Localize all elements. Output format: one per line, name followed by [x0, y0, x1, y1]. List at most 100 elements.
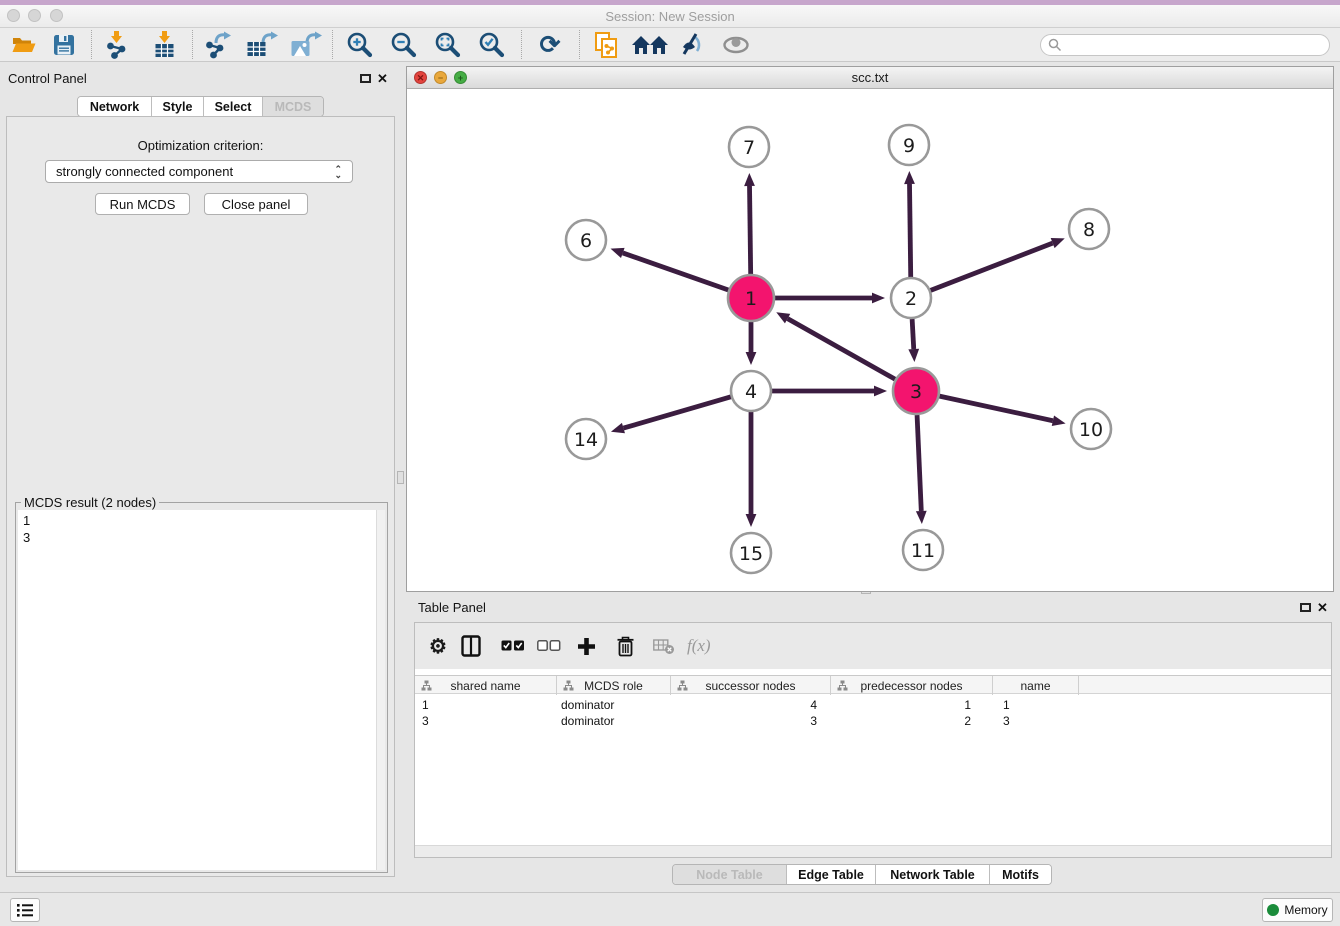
- tab-edge-table[interactable]: Edge Table: [787, 865, 876, 884]
- delete-table-icon[interactable]: [653, 632, 675, 660]
- network-from-file-icon[interactable]: [592, 31, 620, 59]
- graph-node-label-3: 3: [910, 381, 922, 403]
- graph-edge-3-11[interactable]: [917, 415, 921, 511]
- graph-edge-4-14[interactable]: [623, 397, 730, 428]
- network-graph-canvas[interactable]: 7968124314101511: [407, 89, 1333, 592]
- graph-edge-arrow-4-15: [746, 514, 757, 527]
- search-input[interactable]: [1066, 36, 1329, 54]
- zoom-in-icon[interactable]: [346, 31, 374, 59]
- window-title: Session: New Session: [0, 9, 1340, 24]
- control-panel-close-icon[interactable]: ✕: [377, 72, 388, 85]
- main-toolbar: ⟳: [0, 28, 1340, 62]
- toolbar-separator: [192, 30, 193, 59]
- table-panel-close-icon[interactable]: ✕: [1317, 601, 1328, 614]
- mcds-result-text[interactable]: 1 3: [18, 510, 376, 870]
- export-table-icon[interactable]: [246, 31, 278, 59]
- titlebar: Session: New Session: [0, 5, 1340, 28]
- graph-node-label-7: 7: [743, 137, 755, 159]
- cell-shared-name[interactable]: 1: [415, 697, 557, 713]
- table-hscrollbar[interactable]: [415, 845, 1331, 857]
- column-header-successor-nodes[interactable]: successor nodes: [671, 676, 831, 695]
- zoom-selected-icon[interactable]: [478, 31, 506, 59]
- tab-select[interactable]: Select: [204, 97, 263, 116]
- home-icon[interactable]: [631, 31, 669, 59]
- column-tree-icon: [837, 680, 848, 691]
- deselect-all-columns-icon[interactable]: [537, 632, 561, 660]
- refresh-icon[interactable]: ⟳: [536, 31, 564, 59]
- graph-edge-2-8[interactable]: [931, 243, 1053, 290]
- function-builder-icon[interactable]: f(x): [687, 632, 711, 660]
- graph-node-label-4: 4: [745, 381, 757, 403]
- toolbar-separator: [521, 30, 522, 59]
- graph-edge-arrow-2-8: [1051, 238, 1065, 248]
- close-panel-button[interactable]: Close panel: [204, 193, 308, 215]
- cell-name[interactable]: 3: [993, 713, 1079, 729]
- search-field[interactable]: [1040, 34, 1330, 56]
- graph-edge-3-10[interactable]: [939, 396, 1052, 421]
- run-mcds-button[interactable]: Run MCDS: [95, 193, 190, 215]
- cell-name[interactable]: 1: [993, 697, 1079, 713]
- column-header-name[interactable]: name: [993, 676, 1079, 695]
- tab-style[interactable]: Style: [152, 97, 204, 116]
- save-session-icon[interactable]: [50, 31, 78, 59]
- table-settings-gear-icon[interactable]: ⚙: [429, 632, 447, 660]
- graph-edge-1-7[interactable]: [750, 186, 751, 274]
- network-window-titlebar[interactable]: ✕ − + scc.txt: [407, 67, 1333, 89]
- graph-edge-2-9[interactable]: [910, 184, 911, 277]
- select-all-columns-icon[interactable]: [501, 632, 525, 660]
- memory-button[interactable]: Memory: [1262, 898, 1333, 922]
- control-panel-tabs: Network Style Select MCDS: [77, 96, 324, 117]
- cell-successor-nodes[interactable]: 4: [671, 697, 831, 713]
- cell-mcds-role[interactable]: dominator: [557, 713, 671, 729]
- control-panel-title: Control Panel: [8, 71, 87, 86]
- tab-network-table[interactable]: Network Table: [876, 865, 990, 884]
- cell-mcds-role[interactable]: dominator: [557, 697, 671, 713]
- table-panel-float-icon[interactable]: [1300, 603, 1311, 612]
- result-scrollbar[interactable]: [376, 510, 385, 870]
- tab-motifs[interactable]: Motifs: [990, 865, 1051, 884]
- table-row[interactable]: 1 dominator 4 1 1: [415, 697, 1331, 713]
- table-row[interactable]: 3 dominator 3 2 3: [415, 713, 1331, 729]
- zoom-out-icon[interactable]: [390, 31, 418, 59]
- graph-node-label-2: 2: [905, 288, 917, 310]
- toolbar-separator: [579, 30, 580, 59]
- control-panel-float-icon[interactable]: [360, 74, 371, 83]
- graph-node-label-10: 10: [1079, 419, 1103, 441]
- tab-node-table[interactable]: Node Table: [673, 865, 787, 884]
- tab-mcds[interactable]: MCDS: [263, 97, 323, 116]
- hide-graphics-details-icon[interactable]: [678, 31, 706, 59]
- node-table-panel: ⚙: [414, 622, 1332, 858]
- import-network-icon[interactable]: [102, 31, 130, 59]
- import-table-icon[interactable]: [151, 31, 179, 59]
- network-view-window: ✕ − + scc.txt 7968124314101511: [406, 66, 1334, 592]
- optimization-criterion-label: Optimization criterion:: [7, 138, 394, 153]
- memory-label: Memory: [1284, 903, 1327, 917]
- search-icon: [1048, 38, 1062, 52]
- export-image-icon[interactable]: [290, 31, 322, 59]
- graph-edge-1-6[interactable]: [623, 253, 729, 290]
- delete-row-trash-icon[interactable]: [616, 632, 635, 660]
- zoom-fit-icon[interactable]: [434, 31, 462, 59]
- criterion-dropdown[interactable]: strongly connected component ⌃⌄: [45, 160, 353, 183]
- show-graphics-details-icon[interactable]: [722, 31, 750, 59]
- tab-network[interactable]: Network: [78, 97, 152, 116]
- column-header-predecessor-nodes[interactable]: predecessor nodes: [831, 676, 993, 695]
- cell-successor-nodes[interactable]: 3: [671, 713, 831, 729]
- table-toolbar: ⚙: [415, 623, 1331, 669]
- open-session-icon[interactable]: [10, 31, 38, 59]
- graph-edge-2-3[interactable]: [912, 319, 914, 349]
- graph-node-label-6: 6: [580, 230, 592, 252]
- graph-node-label-9: 9: [903, 135, 915, 157]
- cell-shared-name[interactable]: 3: [415, 713, 557, 729]
- export-network-icon[interactable]: [203, 31, 231, 59]
- graph-edge-3-1[interactable]: [788, 319, 896, 380]
- show-columns-icon[interactable]: [461, 632, 481, 660]
- cell-predecessor-nodes[interactable]: 2: [831, 713, 993, 729]
- column-header-shared-name[interactable]: shared name: [415, 676, 557, 695]
- task-history-button[interactable]: [10, 898, 40, 922]
- add-row-icon[interactable]: [577, 632, 596, 660]
- table-selector-tabs: Node Table Edge Table Network Table Moti…: [672, 864, 1052, 885]
- column-header-mcds-role[interactable]: MCDS role: [557, 676, 671, 695]
- vertical-splitter-handle[interactable]: [397, 471, 404, 484]
- cell-predecessor-nodes[interactable]: 1: [831, 697, 993, 713]
